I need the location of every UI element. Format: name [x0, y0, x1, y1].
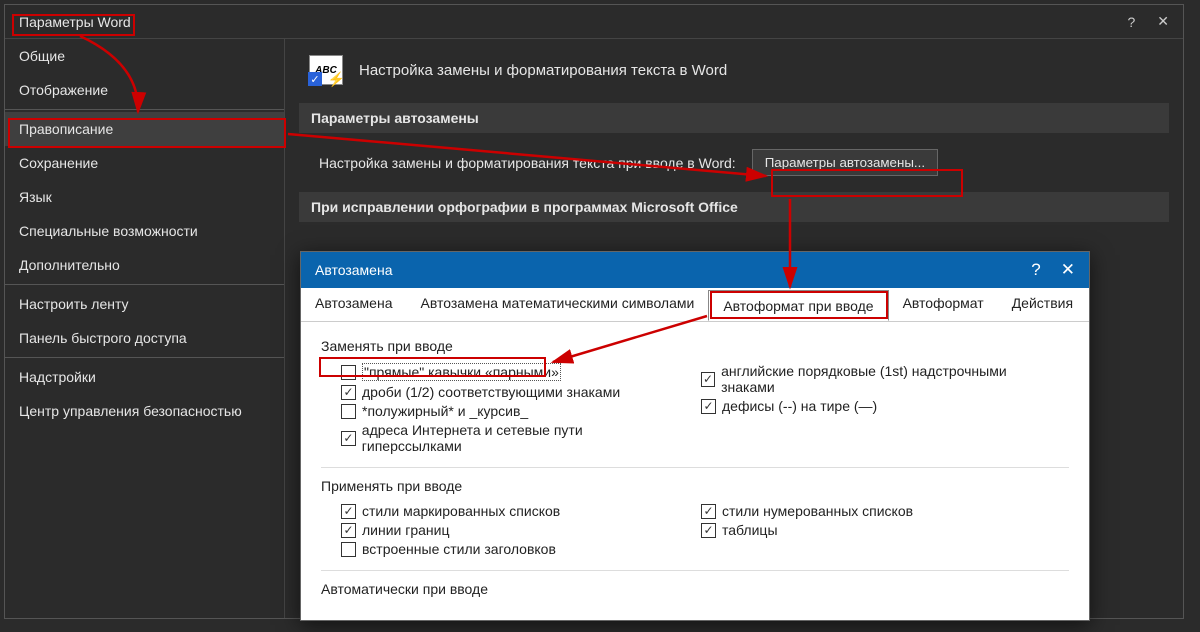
checkbox-box[interactable] [701, 504, 716, 519]
group3-label: Автоматически при вводе [321, 581, 1069, 597]
checkbox-label: английские порядковые (1st) надстрочными… [721, 363, 1041, 395]
autoformat-panel: Заменять при вводе "прямые" кавычки «пар… [301, 322, 1089, 617]
checkbox-box[interactable] [341, 542, 356, 557]
checkbox-label: таблицы [722, 522, 778, 538]
help-icon[interactable]: ? [1127, 14, 1135, 30]
checkbox-label: стили маркированных списков [362, 503, 560, 519]
checkbox-box[interactable] [341, 523, 356, 538]
tab-3[interactable]: Автоформат [889, 288, 998, 321]
checkbox-label: "прямые" кавычки «парными» [362, 363, 561, 381]
section-autocorrect-params: Параметры автозамены [299, 103, 1169, 133]
autocorrect-dialog: Автозамена ? ✕ АвтозаменаАвтозамена мате… [300, 251, 1090, 621]
sidebar-item-3[interactable]: Сохранение [5, 146, 284, 180]
sidebar-item-8[interactable]: Панель быстрого доступа [5, 321, 284, 355]
tab-4[interactable]: Действия [998, 288, 1087, 321]
checkbox-label: адреса Интернета и сетевые пути гиперссы… [362, 422, 681, 454]
sidebar-separator [5, 357, 284, 358]
checkbox-g1r-1[interactable]: дефисы (--) на тире (—) [701, 398, 1041, 414]
options-sidebar: ОбщиеОтображение ПравописаниеСохранениеЯз… [5, 39, 285, 618]
checkbox-g1l-0[interactable]: "прямые" кавычки «парными» [341, 363, 681, 381]
content-heading: Настройка замены и форматирования текста… [359, 62, 727, 79]
checkbox-label: дефисы (--) на тире (—) [722, 398, 877, 414]
sidebar-item-6[interactable]: Дополнительно [5, 248, 284, 282]
checkbox-g2l-2[interactable]: встроенные стили заголовков [341, 541, 681, 557]
sub-title-text: Автозамена [315, 262, 393, 278]
checkbox-box[interactable] [341, 404, 356, 419]
checkbox-g1r-0[interactable]: английские порядковые (1st) надстрочными… [701, 363, 1041, 395]
section-spelling-office: При исправлении орфографии в программах … [299, 192, 1169, 222]
tab-2[interactable]: Автоформат при вводе [708, 290, 888, 321]
sub-tabs: АвтозаменаАвтозамена математическими сим… [301, 288, 1089, 322]
sub-titlebar: Автозамена ? ✕ [301, 252, 1089, 288]
tab-0[interactable]: Автозамена [301, 288, 407, 321]
checkbox-g1l-3[interactable]: адреса Интернета и сетевые пути гиперссы… [341, 422, 681, 454]
checkbox-box[interactable] [341, 365, 356, 380]
spellcheck-icon: ABC ✓⚡ [309, 55, 343, 85]
autocorrect-options-button[interactable]: Параметры автозамены... [752, 149, 938, 176]
autocorrect-label: Настройка замены и форматирования текста… [319, 155, 736, 171]
checkbox-g1l-1[interactable]: дроби (1/2) соответствующими знаками [341, 384, 681, 400]
checkbox-label: линии границ [362, 522, 450, 538]
checkbox-g2r-1[interactable]: таблицы [701, 522, 1041, 538]
checkbox-box[interactable] [701, 399, 716, 414]
close-icon[interactable]: ✕ [1157, 13, 1169, 30]
window-title: Параметры Word [19, 14, 131, 30]
sidebar-item-9[interactable]: Надстройки [5, 360, 284, 394]
sidebar-item-5[interactable]: Специальные возможности [5, 214, 284, 248]
checkbox-g2l-0[interactable]: стили маркированных списков [341, 503, 681, 519]
checkbox-box[interactable] [701, 523, 716, 538]
sidebar-item-0[interactable]: Общие [5, 39, 284, 73]
tab-1[interactable]: Автозамена математическими символами [407, 288, 709, 321]
sidebar-item-7[interactable]: Настроить ленту [5, 287, 284, 321]
sidebar-separator [5, 284, 284, 285]
checkbox-box[interactable] [341, 431, 356, 446]
sidebar-item-1[interactable]: Отображение [5, 73, 284, 107]
group2-label: Применять при вводе [321, 478, 1069, 494]
checkbox-label: *полужирный* и _курсив_ [362, 403, 528, 419]
checkbox-g2r-0[interactable]: стили нумерованных списков [701, 503, 1041, 519]
checkbox-g2l-1[interactable]: линии границ [341, 522, 681, 538]
checkbox-g1l-2[interactable]: *полужирный* и _курсив_ [341, 403, 681, 419]
sidebar-item-2[interactable]: Правописание [5, 112, 284, 146]
sub-close-icon[interactable]: ✕ [1061, 260, 1075, 280]
checkbox-label: стили нумерованных списков [722, 503, 913, 519]
checkbox-box[interactable] [701, 372, 715, 387]
sidebar-item-4[interactable]: Язык [5, 180, 284, 214]
group1-label: Заменять при вводе [321, 338, 1069, 354]
checkbox-label: дроби (1/2) соответствующими знаками [362, 384, 620, 400]
sidebar-separator [5, 109, 284, 110]
checkbox-box[interactable] [341, 504, 356, 519]
checkbox-box[interactable] [341, 385, 356, 400]
titlebar: Параметры Word ? ✕ [5, 5, 1183, 39]
checkbox-label: встроенные стили заголовков [362, 541, 556, 557]
sidebar-item-10[interactable]: Центр управления безопасностью [5, 394, 284, 428]
sub-help-icon[interactable]: ? [1031, 260, 1040, 280]
